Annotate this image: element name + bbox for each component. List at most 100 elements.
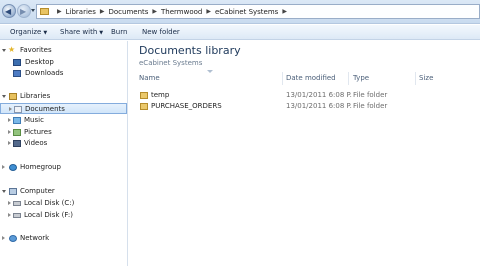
file-type: File folder bbox=[353, 102, 388, 110]
forward-arrow-icon: ▶ bbox=[20, 7, 27, 16]
folder-icon bbox=[140, 92, 148, 99]
back-button[interactable]: ◀ bbox=[2, 4, 16, 18]
music-icon bbox=[13, 117, 21, 124]
breadcrumb[interactable]: ▶ Libraries ▶ Documents ▶ Thermwood ▶ eC… bbox=[36, 4, 480, 19]
organize-label: Organize bbox=[10, 28, 42, 36]
nav-item-videos[interactable]: Videos bbox=[0, 138, 127, 149]
libraries-icon bbox=[9, 93, 17, 100]
downloads-icon bbox=[13, 70, 21, 77]
expand-icon[interactable] bbox=[2, 165, 5, 169]
nav-item-homegroup[interactable]: Homegroup bbox=[0, 162, 127, 173]
nav-label: Computer bbox=[20, 187, 55, 195]
nav-label: Desktop bbox=[25, 58, 54, 66]
new-folder-button[interactable]: New folder bbox=[142, 28, 180, 37]
breadcrumb-separator-icon[interactable]: ▶ bbox=[206, 7, 211, 17]
nav-item-desktop[interactable]: Desktop bbox=[0, 57, 127, 68]
column-header-name[interactable]: Name bbox=[139, 74, 160, 83]
share-with-label: Share with bbox=[60, 28, 98, 36]
file-date: 13/01/2011 6:08 P... bbox=[286, 102, 352, 110]
nav-item-local-disk-f[interactable]: Local Disk (F:) bbox=[0, 210, 127, 221]
nav-item-documents[interactable]: Documents bbox=[0, 103, 127, 114]
nav-label: Favorites bbox=[20, 46, 52, 54]
expand-icon[interactable] bbox=[8, 201, 11, 205]
library-subtitle: eCabinet Systems bbox=[139, 59, 203, 67]
expand-icon[interactable] bbox=[2, 49, 6, 52]
breadcrumb-separator-icon[interactable]: ▶ bbox=[152, 7, 157, 17]
nav-item-local-disk-c[interactable]: Local Disk (C:) bbox=[0, 198, 127, 209]
nav-label: Network bbox=[20, 234, 50, 242]
sort-arrow-icon bbox=[207, 70, 213, 73]
star-icon: ★ bbox=[8, 45, 16, 54]
nav-label: Homegroup bbox=[20, 163, 62, 171]
address-bar: ◀ ▶ ▶ Libraries ▶ Documents ▶ Thermwood … bbox=[0, 0, 480, 24]
forward-button[interactable]: ▶ bbox=[17, 4, 31, 18]
expand-icon[interactable] bbox=[8, 213, 11, 217]
breadcrumb-separator-icon[interactable]: ▶ bbox=[282, 7, 287, 17]
network-icon bbox=[9, 235, 17, 242]
column-divider[interactable] bbox=[415, 72, 416, 85]
nav-label: Music bbox=[24, 116, 44, 124]
chevron-down-icon: ▼ bbox=[99, 30, 104, 36]
recent-pages-dropdown[interactable] bbox=[31, 9, 35, 12]
hard-disk-icon bbox=[13, 213, 21, 218]
breadcrumb-separator-icon[interactable]: ▶ bbox=[100, 7, 105, 17]
file-list-pane: Documents library eCabinet Systems Name … bbox=[129, 41, 480, 266]
nav-label: Videos bbox=[24, 139, 48, 147]
nav-label: Pictures bbox=[24, 128, 52, 136]
column-header-date-modified[interactable]: Date modified bbox=[286, 74, 336, 83]
nav-label: Documents bbox=[25, 105, 65, 113]
breadcrumb-item-thermwood[interactable]: Thermwood bbox=[161, 7, 202, 17]
burn-label: Burn bbox=[111, 28, 128, 36]
column-header-type[interactable]: Type bbox=[353, 74, 369, 83]
file-row-purchase-orders[interactable]: PURCHASE_ORDERS 13/01/2011 6:08 P... Fil… bbox=[137, 101, 480, 112]
nav-item-music[interactable]: Music bbox=[0, 115, 127, 126]
expand-icon[interactable] bbox=[8, 141, 11, 145]
expand-icon[interactable] bbox=[2, 190, 6, 193]
chevron-down-icon: ▼ bbox=[43, 30, 48, 36]
column-divider[interactable] bbox=[282, 72, 283, 85]
folder-icon bbox=[140, 103, 148, 110]
column-divider[interactable] bbox=[348, 72, 349, 85]
homegroup-icon bbox=[9, 164, 17, 171]
organize-button[interactable]: Organize ▼ bbox=[10, 28, 47, 38]
breadcrumb-item-ecabinet-systems[interactable]: eCabinet Systems bbox=[215, 7, 278, 17]
desktop-icon bbox=[13, 59, 21, 66]
expand-icon[interactable] bbox=[8, 130, 11, 134]
library-title: Documents library bbox=[139, 44, 241, 57]
breadcrumb-separator-icon[interactable]: ▶ bbox=[57, 7, 62, 17]
column-header-size[interactable]: Size bbox=[419, 74, 433, 83]
nav-item-network[interactable]: Network bbox=[0, 233, 127, 244]
nav-item-pictures[interactable]: Pictures bbox=[0, 127, 127, 138]
share-with-button[interactable]: Share with ▼ bbox=[60, 28, 103, 38]
nav-label: Downloads bbox=[25, 69, 64, 77]
expand-icon[interactable] bbox=[2, 236, 5, 240]
expand-icon[interactable] bbox=[2, 95, 6, 98]
expand-icon[interactable] bbox=[8, 118, 11, 122]
expand-icon[interactable] bbox=[9, 107, 12, 111]
hard-disk-icon bbox=[13, 201, 21, 206]
new-folder-label: New folder bbox=[142, 28, 180, 36]
back-arrow-icon: ◀ bbox=[5, 7, 12, 16]
breadcrumb-item-libraries[interactable]: Libraries bbox=[66, 7, 96, 17]
folder-icon bbox=[40, 8, 49, 15]
nav-label: Local Disk (C:) bbox=[24, 199, 75, 207]
nav-label: Local Disk (F:) bbox=[24, 211, 73, 219]
breadcrumb-item-documents[interactable]: Documents bbox=[108, 7, 148, 17]
file-date: 13/01/2011 6:08 P... bbox=[286, 91, 352, 99]
file-row-temp[interactable]: temp 13/01/2011 6:08 P... File folder bbox=[137, 90, 480, 101]
file-name: temp bbox=[151, 91, 170, 99]
pictures-icon bbox=[13, 129, 21, 136]
nav-item-libraries[interactable]: Libraries bbox=[0, 91, 127, 102]
navigation-pane: ★ Favorites Desktop Downloads Libraries … bbox=[0, 41, 128, 266]
command-bar: Organize ▼ Share with ▼ Burn New folder bbox=[0, 25, 480, 40]
computer-icon bbox=[9, 188, 17, 195]
nav-item-downloads[interactable]: Downloads bbox=[0, 68, 127, 79]
nav-label: Libraries bbox=[20, 92, 51, 100]
file-type: File folder bbox=[353, 91, 388, 99]
file-name: PURCHASE_ORDERS bbox=[151, 102, 222, 110]
videos-icon bbox=[13, 140, 21, 147]
nav-item-computer[interactable]: Computer bbox=[0, 186, 127, 197]
nav-item-favorites[interactable]: ★ Favorites bbox=[0, 45, 127, 56]
burn-button[interactable]: Burn bbox=[111, 28, 127, 37]
documents-icon bbox=[14, 106, 22, 113]
